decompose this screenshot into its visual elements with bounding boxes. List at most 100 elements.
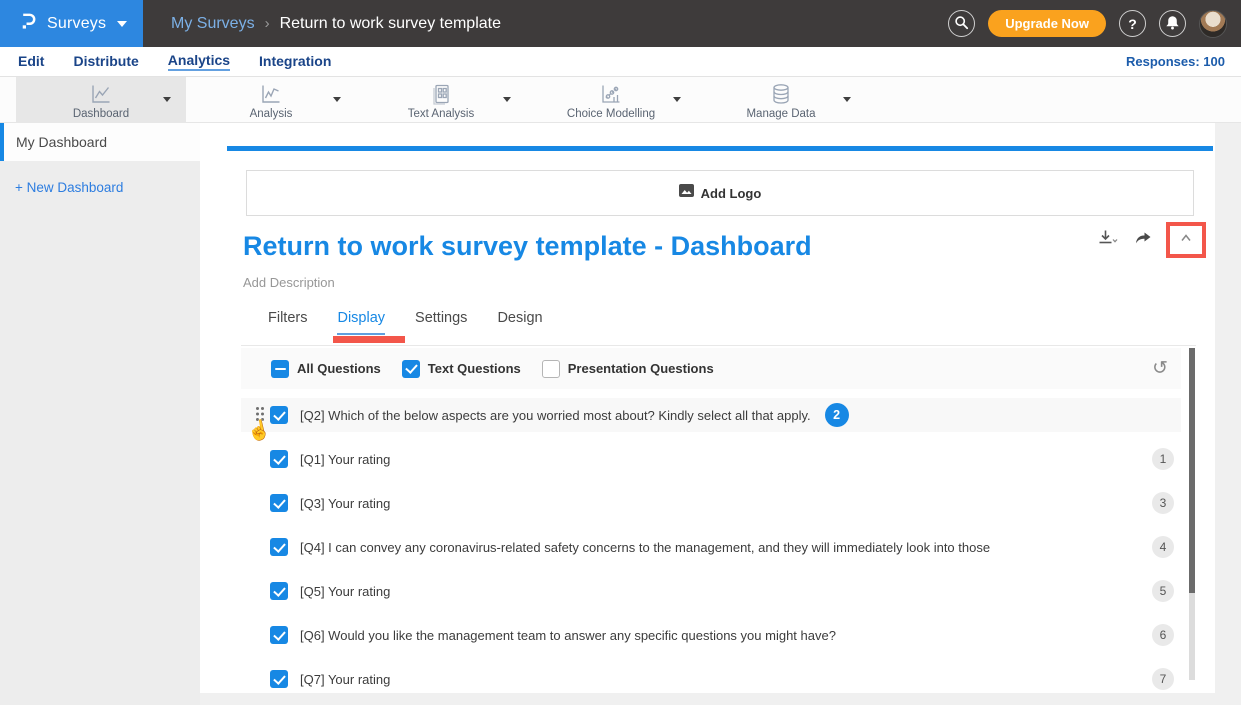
dashboard-sidebar: My Dashboard + New Dashboard bbox=[0, 123, 200, 705]
download-button[interactable] bbox=[1094, 227, 1120, 253]
scatter-chart-icon bbox=[598, 82, 624, 106]
nav-item-distribute[interactable]: Distribute bbox=[73, 53, 138, 70]
question-row-q4: [Q4] I can convey any coronavirus-relate… bbox=[241, 530, 1181, 564]
notifications-button[interactable] bbox=[1159, 10, 1186, 37]
analytics-toolbar: Dashboard Analysis Text Analysis Choice … bbox=[0, 77, 1241, 123]
help-button[interactable]: ? bbox=[1119, 10, 1146, 37]
new-dashboard-button[interactable]: + New Dashboard bbox=[15, 180, 200, 195]
question-list: [Q2] Which of the below aspects are you … bbox=[241, 398, 1181, 693]
annotation-red-underline bbox=[333, 336, 405, 343]
question-row-q6: [Q6] Would you like the management team … bbox=[241, 618, 1181, 652]
tab-filters[interactable]: Filters bbox=[268, 310, 307, 335]
question-order-badge: 2 bbox=[825, 403, 849, 427]
nav-item-analytics[interactable]: Analytics bbox=[168, 52, 230, 71]
header-actions: Upgrade Now ? bbox=[948, 10, 1241, 38]
survey-nav: Edit Distribute Analytics Integration Re… bbox=[0, 47, 1241, 77]
toolbar-item-label: Manage Data bbox=[746, 108, 815, 120]
question-row-q3: [Q3] Your rating 3 bbox=[241, 486, 1181, 520]
image-icon bbox=[679, 183, 694, 203]
question-checkbox[interactable] bbox=[270, 626, 288, 644]
toolbar-item-label: Analysis bbox=[250, 108, 293, 120]
app-name: Surveys bbox=[47, 15, 106, 33]
question-checkbox[interactable] bbox=[270, 670, 288, 688]
question-text: [Q1] Your rating bbox=[300, 452, 390, 467]
all-questions-checkbox[interactable] bbox=[271, 360, 289, 378]
breadcrumb-current-survey: Return to work survey template bbox=[280, 15, 501, 33]
user-avatar[interactable] bbox=[1199, 10, 1227, 38]
tab-settings[interactable]: Settings bbox=[415, 310, 467, 335]
question-checkbox[interactable] bbox=[270, 494, 288, 512]
dashboard-tabs: Filters Display Settings Design bbox=[268, 310, 543, 335]
chevron-down-icon[interactable] bbox=[333, 97, 341, 102]
app-switcher-button[interactable]: Surveys bbox=[0, 0, 143, 47]
toolbar-item-text-analysis[interactable]: Text Analysis bbox=[356, 77, 526, 123]
chevron-down-icon[interactable] bbox=[503, 97, 511, 102]
question-row-q2: [Q2] Which of the below aspects are you … bbox=[241, 398, 1181, 432]
breadcrumb: My Surveys › Return to work survey templ… bbox=[171, 15, 501, 33]
line-chart-icon bbox=[88, 82, 114, 106]
search-button[interactable] bbox=[948, 10, 975, 37]
nav-item-integration[interactable]: Integration bbox=[259, 53, 331, 70]
tabs-divider bbox=[241, 345, 1196, 346]
document-grid-icon bbox=[429, 82, 453, 106]
collapse-header-button-highlighted[interactable] bbox=[1166, 222, 1206, 258]
scrollbar-track[interactable] bbox=[1189, 348, 1195, 680]
chevron-up-icon bbox=[1178, 231, 1194, 250]
toolbar-item-label: Text Analysis bbox=[408, 108, 474, 120]
question-checkbox[interactable] bbox=[270, 406, 288, 424]
top-header: Surveys My Surveys › Return to work surv… bbox=[0, 0, 1241, 47]
share-button[interactable] bbox=[1130, 227, 1156, 253]
database-icon bbox=[769, 82, 793, 106]
question-row-q1: [Q1] Your rating 1 bbox=[241, 442, 1181, 476]
sidebar-item-my-dashboard[interactable]: My Dashboard bbox=[0, 123, 200, 161]
question-checkbox[interactable] bbox=[270, 450, 288, 468]
filter-label: Text Questions bbox=[428, 361, 521, 376]
presentation-questions-checkbox[interactable] bbox=[542, 360, 560, 378]
line-chart-icon bbox=[258, 82, 284, 106]
question-row-q7: [Q7] Your rating 7 bbox=[241, 662, 1181, 693]
upgrade-now-button[interactable]: Upgrade Now bbox=[988, 10, 1106, 37]
add-logo-label: Add Logo bbox=[701, 186, 762, 201]
toolbar-item-analysis[interactable]: Analysis bbox=[186, 77, 356, 123]
add-logo-button[interactable]: Add Logo bbox=[246, 170, 1194, 216]
question-order-badge: 5 bbox=[1152, 580, 1174, 602]
reset-order-button[interactable]: ↺ bbox=[1152, 359, 1181, 378]
question-order-badge: 3 bbox=[1152, 492, 1174, 514]
chevron-down-icon bbox=[117, 21, 127, 27]
add-description-placeholder[interactable]: Add Description bbox=[243, 275, 335, 290]
toolbar-item-dashboard[interactable]: Dashboard bbox=[16, 77, 186, 123]
dashboard-canvas: Add Logo Return to work survey template … bbox=[200, 123, 1215, 693]
share-arrow-icon bbox=[1133, 228, 1153, 253]
drag-handle-icon[interactable] bbox=[256, 407, 265, 421]
dashboard-title[interactable]: Return to work survey template - Dashboa… bbox=[243, 231, 812, 262]
scrollbar-thumb[interactable] bbox=[1189, 348, 1195, 593]
breadcrumb-separator-icon: › bbox=[265, 15, 270, 32]
filter-presentation-questions: Presentation Questions bbox=[542, 360, 714, 378]
tab-design[interactable]: Design bbox=[497, 310, 542, 335]
question-text: [Q7] Your rating bbox=[300, 672, 390, 687]
search-icon bbox=[954, 15, 969, 33]
question-row-q5: [Q5] Your rating 5 bbox=[241, 574, 1181, 608]
question-order-badge: 7 bbox=[1152, 668, 1174, 690]
filter-text-questions: Text Questions bbox=[402, 360, 521, 378]
dashboard-top-accent bbox=[227, 146, 1213, 151]
toolbar-item-manage-data[interactable]: Manage Data bbox=[696, 77, 866, 123]
chevron-down-icon[interactable] bbox=[163, 97, 171, 102]
toolbar-item-label: Choice Modelling bbox=[567, 108, 655, 120]
filter-label: All Questions bbox=[297, 361, 381, 376]
breadcrumb-my-surveys[interactable]: My Surveys bbox=[171, 15, 255, 33]
toolbar-item-choice-modelling[interactable]: Choice Modelling bbox=[526, 77, 696, 123]
question-checkbox[interactable] bbox=[270, 582, 288, 600]
text-questions-checkbox[interactable] bbox=[402, 360, 420, 378]
download-icon bbox=[1096, 227, 1118, 254]
dashboard-actions bbox=[1094, 222, 1206, 258]
nav-item-edit[interactable]: Edit bbox=[18, 53, 44, 70]
questionpro-logo-icon bbox=[17, 11, 38, 37]
chevron-down-icon[interactable] bbox=[843, 97, 851, 102]
chevron-down-icon[interactable] bbox=[673, 97, 681, 102]
question-checkbox[interactable] bbox=[270, 538, 288, 556]
tab-display[interactable]: Display bbox=[337, 310, 385, 335]
filter-all-questions: All Questions bbox=[271, 360, 381, 378]
question-filter-bar: All Questions Text Questions Presentatio… bbox=[241, 348, 1181, 389]
toolbar-item-label: Dashboard bbox=[73, 108, 129, 120]
